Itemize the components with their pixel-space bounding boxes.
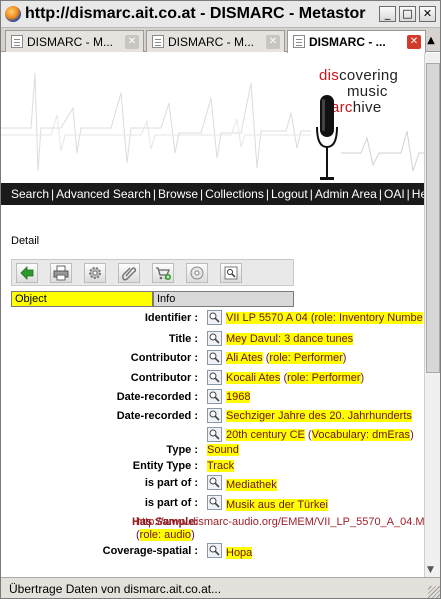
magnifier-icon[interactable] xyxy=(207,475,222,490)
nav-collections[interactable]: Collections xyxy=(205,187,264,201)
browser-window: http://dismarc.ait.co.at - DISMARC - Met… xyxy=(0,0,441,599)
page-icon xyxy=(11,35,23,48)
add-to-cart-button[interactable] xyxy=(152,263,174,283)
main-nav: Search | Advanced Search | Browse | Collection… xyxy=(1,183,424,205)
magnifier-icon[interactable] xyxy=(207,389,222,404)
settings-button[interactable] xyxy=(84,263,106,283)
gear-icon xyxy=(89,267,101,279)
nav-advanced-search[interactable]: Advanced Search xyxy=(56,187,151,201)
print-button[interactable] xyxy=(50,263,72,283)
tab-label: DISMARC - M... xyxy=(168,35,254,49)
status-text: Übertrage Daten von dismarc.ait.co.at... xyxy=(9,582,222,596)
nav-browse[interactable]: Browse xyxy=(158,187,198,201)
magnifier-icon[interactable] xyxy=(207,495,222,510)
zoom-icon xyxy=(224,266,238,280)
magnifier-icon[interactable] xyxy=(207,408,222,423)
nav-help[interactable]: Help xyxy=(412,187,424,201)
firefox-icon xyxy=(5,6,21,22)
microphone-icon xyxy=(316,95,338,180)
magnifier-icon[interactable] xyxy=(207,370,222,385)
resize-grip-icon[interactable] xyxy=(428,586,440,598)
nav-logout[interactable]: Logout xyxy=(271,187,308,201)
back-button[interactable] xyxy=(16,263,38,283)
tab-object[interactable]: Object xyxy=(11,291,153,307)
page-icon xyxy=(152,35,164,48)
magnifier-icon[interactable] xyxy=(207,427,222,442)
audio-button[interactable] xyxy=(186,263,208,283)
sample-link: http://www.dismarc-audio.org/EMEM/VII_LP… xyxy=(136,516,424,528)
paperclip-icon xyxy=(121,267,137,281)
tab-info[interactable]: Info xyxy=(153,291,294,307)
magnifier-icon[interactable] xyxy=(207,350,222,365)
field-title: Title : Mey Davul: 3 dance tunes xyxy=(168,331,354,346)
tab-2[interactable]: DISMARC - M... ✕ xyxy=(146,30,285,52)
field-coverage-spatial: Coverage-spatial : Hopa xyxy=(102,543,253,559)
status-bar: Übertrage Daten von dismarc.ait.co.at... xyxy=(1,577,440,598)
magnifier-icon[interactable] xyxy=(207,310,222,325)
field-identifier: Identifier : VII LP 5570 A 04 (role: Inv… xyxy=(144,310,423,325)
title-bar: http://dismarc.ait.co.at - DISMARC - Met… xyxy=(1,1,440,28)
tab-label: DISMARC - ... xyxy=(309,35,386,49)
site-banner: discovering music archive xyxy=(1,53,424,183)
vertical-scrollbar[interactable]: ▼ xyxy=(424,53,440,577)
scrollbar-thumb[interactable] xyxy=(426,63,440,373)
tab-close-icon[interactable]: ✕ xyxy=(407,35,421,49)
detail-heading: Detail xyxy=(11,235,40,247)
field-is-part-of: is part of : Mediathek xyxy=(144,475,277,491)
magnifier-icon[interactable] xyxy=(207,543,222,558)
tab-label: DISMARC - M... xyxy=(27,35,113,49)
close-window-button[interactable]: ✕ xyxy=(419,6,436,22)
maximize-button[interactable]: □ xyxy=(399,6,416,22)
minimize-button[interactable]: _ xyxy=(379,6,396,22)
magnifier-icon[interactable] xyxy=(207,331,222,346)
field-date-recorded: Date-recorded : Sechziger Jahre des 20. … xyxy=(116,408,412,423)
nav-oai[interactable]: OAI xyxy=(384,187,405,201)
brand-line-2: music xyxy=(347,83,388,100)
field-contributor: Contributor : Kocali Ates (role: Perform… xyxy=(130,370,365,385)
cart-add-icon xyxy=(156,267,171,280)
field-has-sample: Has Sample: http://www.dismarc-audio.org… xyxy=(131,516,424,541)
nav-admin-area[interactable]: Admin Area xyxy=(315,187,377,201)
field-date-recorded: Date-recorded : 1968 xyxy=(116,389,251,404)
brand-line-1: discovering xyxy=(319,67,399,84)
detail-toolbar xyxy=(11,259,294,286)
page-icon xyxy=(293,35,305,48)
nav-search[interactable]: Search xyxy=(11,187,49,201)
tab-bar: DISMARC - M... ✕ DISMARC - M... ✕ DISMAR… xyxy=(1,28,440,53)
page-content: discovering music archive Search | Advance… xyxy=(1,53,424,577)
field-contributor: Contributor : Ali Ates (role: Performer) xyxy=(130,350,347,365)
tab-close-icon[interactable]: ✕ xyxy=(266,35,280,49)
field-is-part-of: is part of : Musik aus der Türkei xyxy=(144,495,328,511)
zoom-button[interactable] xyxy=(220,263,242,283)
field-entity-type: Entity Type : Track xyxy=(132,460,235,472)
scroll-down-icon[interactable]: ▼ xyxy=(427,565,434,575)
arrow-left-icon xyxy=(20,266,34,280)
tab-1[interactable]: DISMARC - M... ✕ xyxy=(5,30,144,52)
tab-3-active[interactable]: DISMARC - ... ✕ xyxy=(287,30,426,53)
tab-scroll-up-icon[interactable]: ▲ xyxy=(422,30,440,51)
disc-icon xyxy=(190,266,204,280)
printer-icon xyxy=(53,265,69,281)
tab-close-icon[interactable]: ✕ xyxy=(125,35,139,49)
window-title: http://dismarc.ait.co.at - DISMARC - Met… xyxy=(25,5,366,22)
attach-button[interactable] xyxy=(118,263,140,283)
